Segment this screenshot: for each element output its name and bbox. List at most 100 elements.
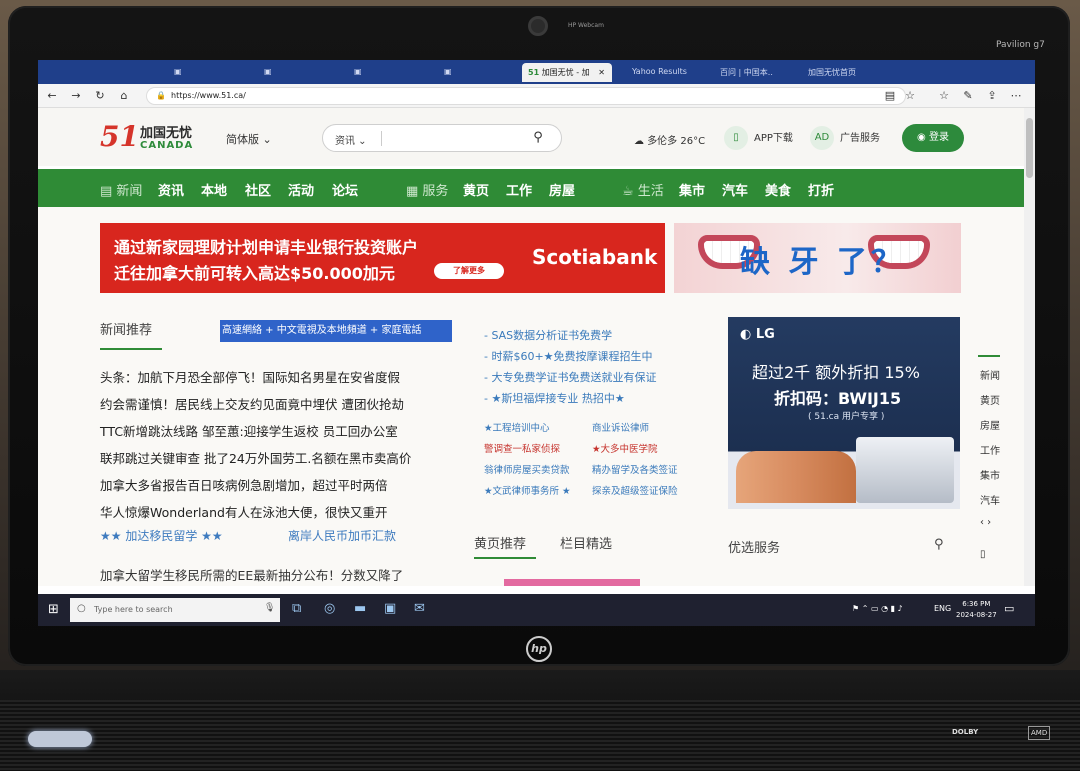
browser-tab[interactable]: 加国无忧首页: [802, 63, 888, 82]
ad-service-button[interactable]: AD 广告服务: [810, 126, 880, 152]
service-link[interactable]: ★大多中医学院: [592, 441, 658, 455]
rail-item[interactable]: 黄页: [980, 392, 1000, 407]
search-icon[interactable]: ⚲: [513, 125, 563, 151]
store-icon[interactable]: ▣: [384, 601, 396, 616]
service-link[interactable]: 精办留学及各类签证: [592, 462, 678, 476]
language-indicator[interactable]: ENG: [934, 604, 951, 613]
nav-item-market[interactable]: 集市: [679, 180, 705, 199]
browser-tab[interactable]: ▣: [168, 63, 248, 82]
mail-icon[interactable]: ✉: [414, 601, 425, 616]
promo-link[interactable]: - ★斯坦福焊接专业 热招中★: [484, 390, 625, 406]
page-scrollbar[interactable]: [1024, 108, 1035, 586]
highlight-banner[interactable]: 高速網絡 + 中文電視及本地頻道 + 家庭電話: [220, 320, 452, 342]
chevron-icon[interactable]: ‹ ›: [980, 517, 991, 528]
lg-ad[interactable]: ◐ LG 超过2千 额外折扣 15% 折扣码：BWIJ15 ( 51.ca 用户…: [728, 317, 960, 509]
home-icon[interactable]: ⌂: [116, 88, 132, 104]
news-headline[interactable]: TTC新增跳汰线路 邹至蕙:迎接学生返校 员工回办公室: [100, 421, 398, 440]
promo-link[interactable]: ★★ 加达移民留学 ★★: [100, 527, 223, 544]
rail-item[interactable]: 房屋: [980, 417, 1000, 432]
news-headline[interactable]: 加拿大留学生移民所需的EE最新抽分公布！分数又降了: [100, 565, 403, 584]
site-search[interactable]: 资讯 ⌄ ⚲: [322, 124, 562, 152]
service-link[interactable]: 翁律师房屋买卖贷款: [484, 462, 570, 476]
more-icon[interactable]: ⋯: [1008, 88, 1024, 104]
nav-item-forum[interactable]: 论坛: [332, 180, 358, 199]
app-download-button[interactable]: ▯ APP下载: [724, 126, 793, 152]
scrollbar-thumb[interactable]: [1026, 118, 1033, 178]
reader-icon[interactable]: ▤: [882, 88, 898, 104]
tab-close-icon[interactable]: ✕: [598, 68, 605, 77]
microphone-icon[interactable]: 🎙: [264, 603, 275, 613]
nav-item-community[interactable]: 社区: [245, 180, 271, 199]
rail-item[interactable]: 集市: [980, 467, 1000, 482]
service-link[interactable]: ★工程培训中心: [484, 420, 550, 434]
nav-group-service-label: 服务: [422, 184, 449, 199]
news-headline[interactable]: 华人惊爆Wonderland有人在泳池大便，很快又重开: [100, 502, 387, 521]
login-button[interactable]: ◉ 登录: [902, 124, 964, 152]
promo-link[interactable]: - SAS数据分析证书免费学: [484, 327, 612, 343]
service-link[interactable]: ★文武律师事务所 ★: [484, 483, 571, 497]
tab-column-picks[interactable]: 栏目精选: [560, 533, 612, 552]
rail-item[interactable]: 汽车: [980, 492, 1000, 507]
url-input[interactable]: 🔒 https://www.51.ca/: [146, 87, 906, 105]
search-category-select[interactable]: 资讯 ⌄: [335, 132, 367, 147]
nav-item-cars[interactable]: 汽车: [722, 180, 748, 199]
rail-item[interactable]: 新闻: [980, 367, 1000, 382]
browser-tab[interactable]: ▣: [258, 63, 338, 82]
site-logo-en[interactable]: CANADA: [140, 140, 193, 151]
nav-item-yellowpages[interactable]: 黄页: [463, 180, 489, 199]
nav-group-life[interactable]: ☕ 生活: [622, 180, 664, 199]
favorites-icon[interactable]: ☆: [936, 88, 952, 104]
nav-group-service[interactable]: ▦ 服务: [406, 180, 448, 199]
nav-item-local[interactable]: 本地: [201, 180, 227, 199]
dental-ad[interactable]: 缺 牙 了？: [674, 223, 961, 293]
clock[interactable]: 6:36 PM 2024-08-27: [956, 599, 997, 621]
site-logo-number[interactable]: 51: [100, 120, 139, 153]
service-link[interactable]: 探亲及超级签证保险: [592, 483, 678, 497]
power-button[interactable]: [28, 731, 92, 747]
nav-item-deals[interactable]: 打折: [808, 180, 834, 199]
browser-tab-active[interactable]: 51 加国无忧 - 加 ✕: [522, 63, 612, 82]
nav-item-events[interactable]: 活动: [288, 180, 314, 199]
promo-link[interactable]: - 时薪$60+★免费按摩课程招生中: [484, 348, 653, 364]
nav-item-food[interactable]: 美食: [765, 180, 791, 199]
news-headline[interactable]: 约会需谨慎！居民线上交友约见面竟中埋伏 遭团伙抢劫: [100, 394, 404, 413]
nav-group-news[interactable]: ▤ 新闻: [100, 180, 142, 199]
notifications-icon[interactable]: ▭: [1004, 602, 1014, 615]
browser-tab[interactable]: Yahoo Results: [626, 63, 712, 82]
share-icon[interactable]: ⇪: [984, 88, 1000, 104]
preferred-services-title[interactable]: 优选服务: [728, 537, 780, 556]
favorite-star-icon[interactable]: ☆: [902, 88, 918, 104]
news-headline[interactable]: 加拿大多省报告百日咳病例急剧增加，超过平时两倍: [100, 475, 388, 494]
scotiabank-ad[interactable]: 通过新家园理财计划申请丰业银行投资账户 迁往加拿大前可转入高达$50.000加元…: [100, 223, 665, 293]
search-icon[interactable]: ⚲: [934, 537, 944, 552]
browser-tab[interactable]: ▣: [438, 63, 518, 82]
taskbar-search-input[interactable]: ○ Type here to search 🎙: [70, 598, 280, 622]
promo-link[interactable]: - 大专免费学证书免费送就业有保证: [484, 369, 656, 385]
refresh-icon[interactable]: ↻: [92, 88, 108, 104]
service-link[interactable]: 商业诉讼律师: [592, 420, 649, 434]
phone-icon[interactable]: ▯: [980, 549, 986, 560]
news-headline[interactable]: 联邦跳过关键审查 批了24万外国劳工.名额在黑市卖高价: [100, 448, 411, 467]
nav-item-housing[interactable]: 房屋: [549, 180, 575, 199]
file-explorer-icon[interactable]: ▬: [354, 601, 366, 616]
language-select[interactable]: 简体版 ⌄: [226, 131, 272, 147]
nav-item-news[interactable]: 资讯: [158, 180, 184, 199]
tab-yellow-pages[interactable]: 黄页推荐: [474, 533, 526, 552]
browser-tab[interactable]: ▣: [348, 63, 428, 82]
news-headline[interactable]: 头条：加航下月恐全部停飞！国际知名男星在安省度假: [100, 367, 400, 386]
news-section-title[interactable]: 新闻推荐: [100, 319, 152, 338]
system-tray-icons[interactable]: ⚑ ⌃ ▭ ◔ ▮ ♪: [852, 604, 903, 613]
windows-start-icon[interactable]: ⊞: [48, 602, 59, 617]
forward-icon[interactable]: →: [68, 88, 84, 104]
promo-link[interactable]: 离岸人民币加币汇款: [288, 527, 396, 544]
service-link[interactable]: 警调查一私家侦探: [484, 441, 560, 455]
task-view-icon[interactable]: ⧉: [292, 601, 301, 616]
ad-learn-more-button[interactable]: 了解更多: [434, 263, 504, 279]
pen-icon[interactable]: ✎: [960, 88, 976, 104]
rail-item[interactable]: 工作: [980, 442, 1000, 457]
site-logo-cn[interactable]: 加国无忧: [140, 122, 192, 141]
back-icon[interactable]: ←: [44, 88, 60, 104]
browser-tab[interactable]: 百问 | 中国本..: [714, 63, 800, 82]
edge-icon[interactable]: ◎: [324, 601, 335, 616]
nav-item-jobs[interactable]: 工作: [506, 180, 532, 199]
